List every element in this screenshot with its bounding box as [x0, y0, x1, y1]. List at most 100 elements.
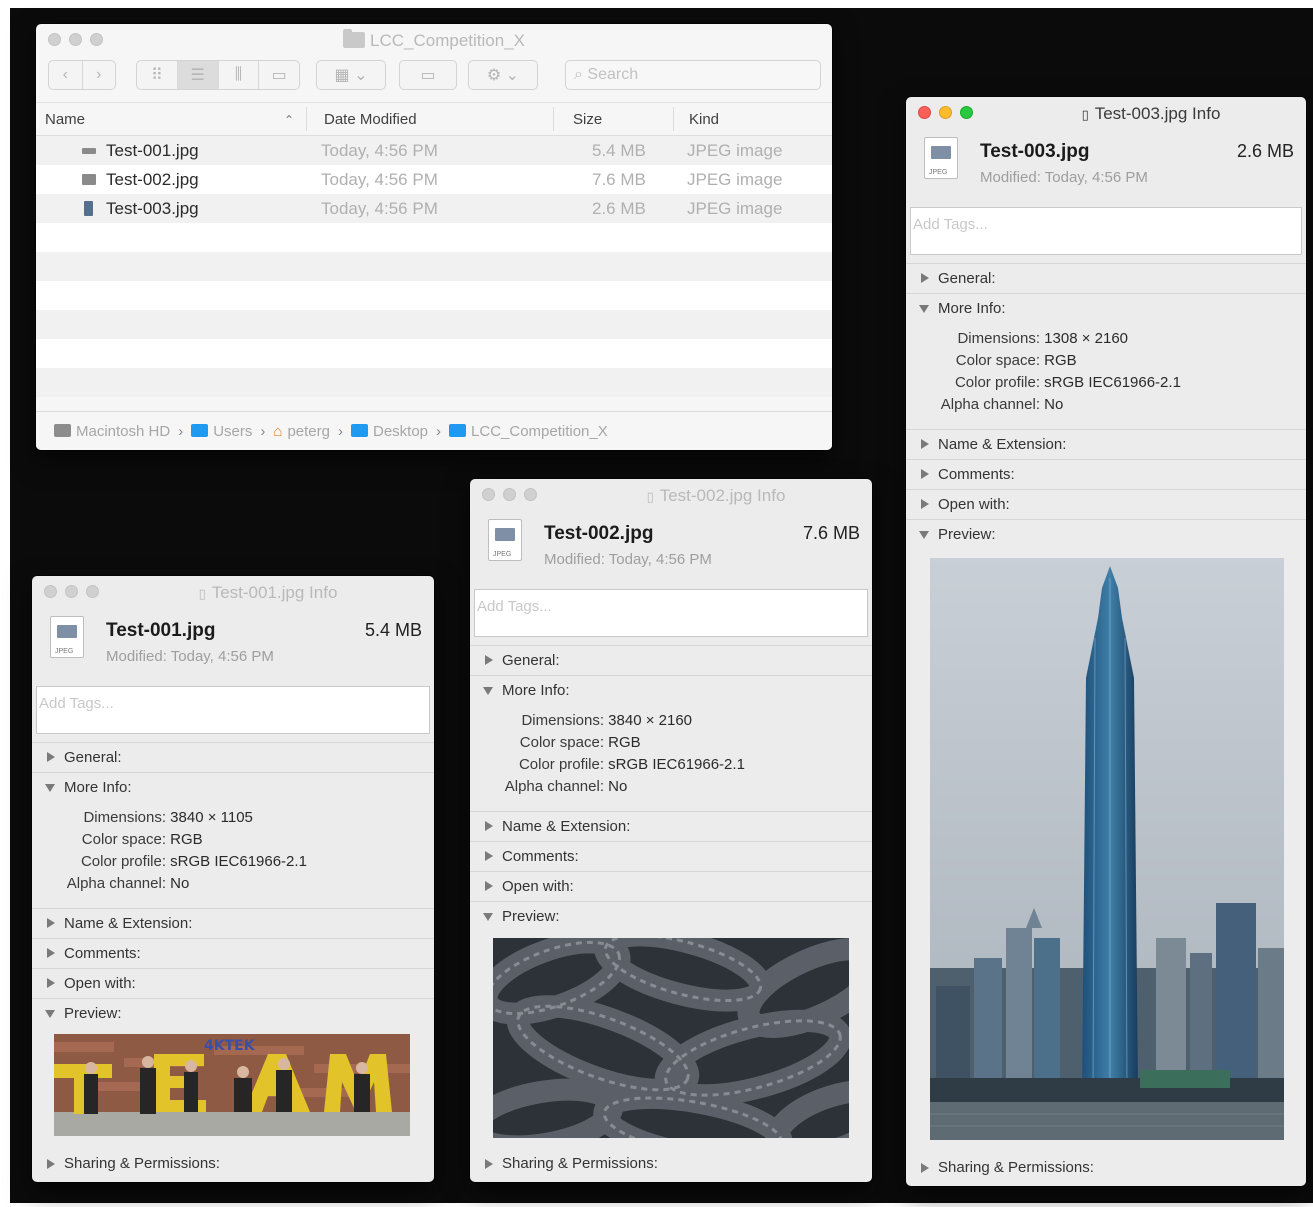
file-name: Test-002.jpg	[106, 170, 199, 189]
finder-toolbar: ‹ › ⠿ ☰ ⫼ ▭ ▦ ⌄ ▭ ⚙ ⌄ ⌕ Search	[36, 54, 832, 102]
close-button[interactable]	[482, 488, 495, 501]
section-name-extension[interactable]: Name & Extension:	[32, 908, 434, 939]
info-titlebar[interactable]: ▯ Test-003.jpg Info	[906, 97, 1306, 127]
empty-row	[36, 310, 832, 339]
tags-field[interactable]: Add Tags...	[474, 589, 868, 637]
zoom-button[interactable]	[960, 106, 973, 119]
sort-chevron-up-icon: ⌃	[284, 113, 295, 127]
info-filesize: 2.6 MB	[1236, 141, 1294, 161]
kv-value: 3840 × 1105	[170, 809, 253, 826]
skyscraper-photo-preview	[930, 558, 1284, 1140]
kv-value: sRGB IEC61966-2.1	[170, 853, 307, 870]
section-sharing-permissions[interactable]: Sharing & Permissions:	[32, 1148, 434, 1182]
search-icon: ⌕	[574, 66, 583, 83]
info-titlebar[interactable]: ▯ Test-001.jpg Info	[32, 576, 434, 606]
kv-value: 1308 × 2160	[1044, 330, 1129, 347]
disclosure-triangle-icon	[47, 1159, 55, 1169]
file-row[interactable]: Test-001.jpg Today, 4:56 PM 5.4 MB JPEG …	[36, 136, 832, 165]
kv-key: Alpha channel:	[66, 875, 166, 892]
section-general[interactable]: General:	[470, 645, 872, 676]
chevron-right-icon: ›	[178, 422, 184, 440]
path-item-peterg[interactable]: ⌂ peterg	[273, 423, 330, 440]
section-open-with[interactable]: Open with:	[32, 968, 434, 999]
info-title: ▯ Test-001.jpg Info	[102, 583, 434, 603]
section-comments[interactable]: Comments:	[470, 841, 872, 872]
section-sharing-permissions[interactable]: Sharing & Permissions:	[470, 1148, 872, 1182]
kv-color-profile: Color profile: sRGB IEC61966-2.1	[32, 853, 307, 870]
minimize-button[interactable]	[65, 585, 78, 598]
section-sharing-permissions[interactable]: Sharing & Permissions:	[906, 1152, 1306, 1186]
section-more-info[interactable]: More Info: Dimensions: 3840 × 1105 Color…	[32, 772, 434, 909]
file-size: 7.6 MB	[592, 170, 646, 189]
column-view-button[interactable]: ⫼	[219, 61, 260, 89]
back-button[interactable]: ‹	[49, 61, 83, 89]
group-grid-icon: ▦ ⌄	[334, 67, 368, 84]
section-open-with[interactable]: Open with:	[906, 489, 1306, 520]
column-kind[interactable]: Kind	[689, 111, 719, 128]
gallery-view-button[interactable]: ▭	[259, 61, 299, 89]
section-label: Open with:	[64, 975, 136, 992]
section-label: More Info:	[938, 300, 1006, 317]
path-bar: Macintosh HD › Users › ⌂ peterg › Desktop…	[36, 411, 832, 450]
path-label: peterg	[287, 422, 330, 440]
minimize-button[interactable]	[503, 488, 516, 501]
section-label: Comments:	[938, 466, 1015, 483]
disclosure-triangle-icon	[483, 913, 493, 921]
section-name-extension[interactable]: Name & Extension:	[470, 811, 872, 842]
kv-key: Dimensions:	[957, 330, 1040, 347]
file-row[interactable]: Test-003.jpg Today, 4:56 PM 2.6 MB JPEG …	[36, 194, 832, 223]
group-button[interactable]: ▦ ⌄	[316, 60, 386, 90]
path-item-desktop[interactable]: Desktop	[350, 423, 428, 440]
share-button[interactable]: ▭	[399, 60, 457, 90]
close-button[interactable]	[44, 585, 57, 598]
image-preview	[930, 558, 1284, 1140]
section-name-extension[interactable]: Name & Extension:	[906, 429, 1306, 460]
finder-titlebar[interactable]: LCC_Competition_X	[36, 24, 832, 54]
file-kind: JPEG image	[687, 199, 783, 218]
kv-key: Alpha channel:	[504, 778, 604, 795]
info-window-test-001: ▯ Test-001.jpg Info Test-001.jpg 5.4 MB M…	[32, 576, 434, 1182]
section-comments[interactable]: Comments:	[906, 459, 1306, 490]
section-open-with[interactable]: Open with:	[470, 871, 872, 902]
section-label: Comments:	[64, 945, 141, 962]
tags-field[interactable]: Add Tags...	[910, 207, 1302, 255]
kv-key: Alpha channel:	[940, 396, 1040, 413]
file-size: 2.6 MB	[592, 199, 646, 218]
section-more-info[interactable]: More Info: Dimensions: 3840 × 2160 Color…	[470, 675, 872, 812]
zoom-button[interactable]	[86, 585, 99, 598]
icon-view-button[interactable]: ⠿	[137, 61, 178, 89]
path-item-lcc-competition[interactable]: LCC_Competition_X	[449, 423, 608, 440]
kv-key: Color space:	[955, 352, 1040, 369]
section-label: Sharing & Permissions:	[502, 1155, 658, 1172]
close-button[interactable]	[918, 106, 931, 119]
minimize-button[interactable]	[939, 106, 952, 119]
document-icon: ▯	[198, 586, 206, 601]
list-view-button[interactable]: ☰	[177, 61, 219, 89]
section-comments[interactable]: Comments:	[32, 938, 434, 969]
path-item-users[interactable]: Users	[191, 423, 252, 440]
section-general[interactable]: General:	[906, 263, 1306, 294]
tags-field[interactable]: Add Tags...	[36, 686, 430, 734]
column-name[interactable]: Name	[45, 111, 85, 128]
section-label: Name & Extension:	[64, 915, 193, 932]
image-thumbnail-icon	[84, 201, 93, 216]
section-general[interactable]: General:	[32, 742, 434, 773]
kv-value: No	[1044, 396, 1064, 413]
path-item-macintosh-hd[interactable]: Macintosh HD	[54, 423, 170, 440]
window-controls	[482, 488, 537, 501]
finder-title-text: LCC_Competition_X	[370, 31, 525, 50]
column-date-modified[interactable]: Date Modified	[324, 111, 417, 128]
column-size[interactable]: Size	[573, 111, 602, 128]
info-titlebar[interactable]: ▯ Test-002.jpg Info	[470, 479, 872, 509]
zoom-button[interactable]	[524, 488, 537, 501]
section-more-info[interactable]: More Info: Dimensions: 1308 × 2160 Color…	[906, 293, 1306, 430]
file-row[interactable]: Test-002.jpg Today, 4:56 PM 7.6 MB JPEG …	[36, 165, 832, 194]
kv-color-profile: Color profile: sRGB IEC61966-2.1	[906, 374, 1181, 391]
forward-button[interactable]: ›	[83, 61, 116, 89]
jpeg-file-icon	[488, 519, 522, 561]
file-date: Today, 4:56 PM	[321, 141, 438, 160]
info-title: ▯ Test-002.jpg Info	[560, 486, 872, 506]
action-button[interactable]: ⚙ ⌄	[468, 60, 538, 90]
kv-key: Color profile:	[954, 374, 1040, 391]
search-input[interactable]: ⌕ Search	[565, 60, 821, 90]
